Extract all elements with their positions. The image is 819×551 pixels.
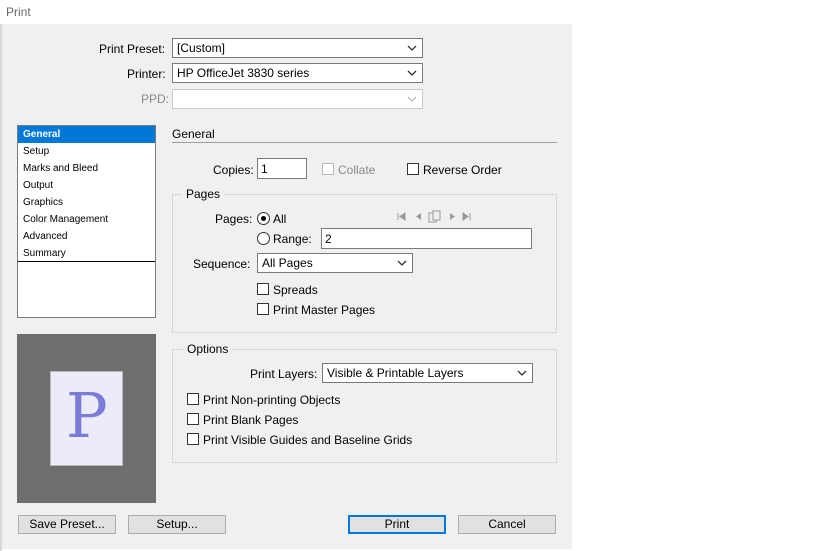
sidebar-item-color-management[interactable]: Color Management bbox=[18, 211, 155, 228]
non-printing-objects-label: Print Non-printing Objects bbox=[203, 393, 341, 407]
print-button[interactable]: Print bbox=[348, 515, 446, 534]
reverse-order-checkbox[interactable] bbox=[407, 163, 419, 175]
range-value: 2 bbox=[325, 232, 332, 246]
chevron-down-icon bbox=[407, 45, 417, 51]
printer-value: HP OfficeJet 3830 series bbox=[177, 66, 310, 80]
first-page-icon bbox=[397, 212, 406, 221]
copies-input[interactable]: 1 bbox=[257, 158, 307, 179]
sidebar-item-setup[interactable]: Setup bbox=[18, 143, 155, 160]
sequence-dropdown[interactable]: All Pages bbox=[257, 253, 413, 273]
section-divider bbox=[172, 142, 557, 143]
spreads-checkbox[interactable] bbox=[257, 283, 269, 295]
spreads-label: Spreads bbox=[273, 283, 318, 297]
chevron-down-icon bbox=[397, 260, 407, 266]
visible-guides-checkbox[interactable] bbox=[187, 433, 199, 445]
printer-label: Printer: bbox=[127, 67, 166, 81]
sidebar-item-output[interactable]: Output bbox=[18, 177, 155, 194]
ppd-dropdown bbox=[172, 89, 423, 109]
range-input[interactable]: 2 bbox=[321, 228, 532, 249]
sidebar-item-graphics[interactable]: Graphics bbox=[18, 194, 155, 211]
setup-button[interactable]: Setup... bbox=[128, 515, 226, 534]
range-label: Range: bbox=[273, 232, 312, 246]
chevron-down-icon bbox=[517, 370, 527, 376]
print-layers-value: Visible & Printable Layers bbox=[327, 366, 464, 380]
copies-value: 1 bbox=[261, 162, 268, 176]
pages-icon bbox=[428, 210, 441, 223]
next-page-icon bbox=[450, 213, 455, 220]
printer-dropdown[interactable]: HP OfficeJet 3830 series bbox=[172, 63, 423, 83]
pages-group-title: Pages bbox=[182, 187, 225, 201]
list-divider bbox=[18, 261, 155, 262]
title-bar bbox=[0, 0, 572, 24]
radio-dot bbox=[261, 216, 266, 221]
all-label: All bbox=[273, 212, 287, 226]
print-preset-label: Print Preset: bbox=[99, 42, 166, 56]
sequence-value: All Pages bbox=[262, 256, 313, 270]
ppd-label: PPD: bbox=[141, 92, 170, 106]
print-master-pages-checkbox[interactable] bbox=[257, 303, 269, 315]
last-page-icon bbox=[462, 212, 471, 221]
blank-pages-checkbox[interactable] bbox=[187, 413, 199, 425]
collate-checkbox bbox=[322, 163, 334, 175]
chevron-down-icon bbox=[407, 96, 417, 102]
all-radio[interactable] bbox=[257, 212, 270, 225]
non-printing-objects-checkbox[interactable] bbox=[187, 393, 199, 405]
print-preset-dropdown[interactable]: [Custom] bbox=[172, 38, 423, 58]
sidebar-item-general[interactable]: General bbox=[18, 126, 155, 143]
sidebar-item-summary[interactable]: Summary bbox=[18, 245, 155, 262]
options-group-title: Options bbox=[183, 342, 233, 356]
section-title-general: General bbox=[172, 127, 215, 141]
blank-pages-label: Print Blank Pages bbox=[203, 413, 299, 427]
sidebar-item-advanced[interactable]: Advanced bbox=[18, 228, 155, 245]
reverse-order-label: Reverse Order bbox=[423, 163, 502, 177]
print-master-pages-label: Print Master Pages bbox=[273, 303, 376, 317]
print-preset-value: [Custom] bbox=[177, 41, 226, 55]
range-radio[interactable] bbox=[257, 232, 270, 245]
sidebar-item-marks-and-bleed[interactable]: Marks and Bleed bbox=[18, 160, 155, 177]
print-layers-label: Print Layers: bbox=[250, 367, 318, 381]
category-list: General Setup Marks and Bleed Output Gra… bbox=[17, 125, 156, 318]
save-preset-button[interactable]: Save Preset... bbox=[18, 515, 116, 534]
cancel-button[interactable]: Cancel bbox=[458, 515, 556, 534]
collate-label: Collate bbox=[338, 163, 376, 177]
previous-page-icon bbox=[416, 213, 421, 220]
print-layers-dropdown[interactable]: Visible & Printable Layers bbox=[322, 363, 533, 383]
preview-letter: P bbox=[66, 379, 108, 452]
visible-guides-label: Print Visible Guides and Baseline Grids bbox=[203, 433, 413, 447]
pages-label: Pages: bbox=[215, 212, 253, 226]
copies-label: Copies: bbox=[213, 163, 254, 177]
chevron-down-icon bbox=[407, 70, 417, 76]
window-title: Print bbox=[6, 5, 31, 19]
sequence-label: Sequence: bbox=[193, 257, 251, 271]
